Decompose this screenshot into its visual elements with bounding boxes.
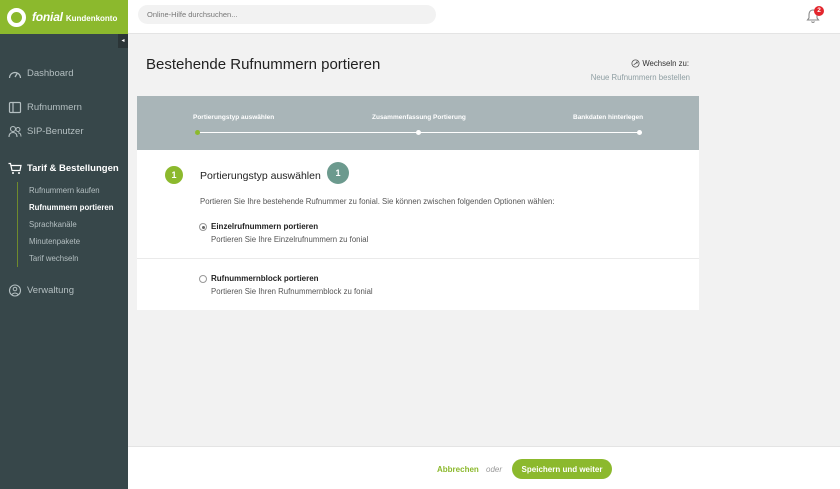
cancel-link[interactable]: Abbrechen [437, 465, 479, 474]
option-rufnummernblock[interactable]: Rufnummernblock portieren Portieren Sie … [199, 274, 373, 297]
radio-einzelrufnummern[interactable] [199, 223, 207, 231]
brand-logo[interactable]: fonial Kundenkonto [0, 0, 128, 34]
cart-icon [8, 162, 22, 174]
step-intro-text: Portieren Sie Ihre bestehende Rufnummer … [200, 197, 555, 206]
radio-rufnummernblock[interactable] [199, 275, 207, 283]
order-new-numbers-link[interactable]: Neue Rufnummern bestellen [591, 73, 690, 82]
dashboard-icon [8, 71, 22, 79]
progress-stepper: Portierungstyp auswählen Zusammenfassung… [137, 96, 699, 150]
subnav-item-tarif-wechseln[interactable]: Tarif wechseln [29, 250, 113, 267]
sidebar-item-label: Rufnummern [27, 102, 82, 113]
step-heading: Portierungstyp auswählen [200, 170, 321, 182]
subnav-item-sprachkanaele[interactable]: Sprachkanäle [29, 216, 113, 233]
option-title: Rufnummernblock portieren [211, 274, 319, 283]
or-text: oder [486, 465, 503, 474]
top-bar: 2 [128, 0, 840, 34]
switch-to-label: Wechseln zu: [631, 59, 689, 68]
option-einzelrufnummern[interactable]: Einzelrufnummern portieren Portieren Sie… [199, 222, 368, 245]
subnav-item-rufnummern-kaufen[interactable]: Rufnummern kaufen [29, 182, 113, 199]
users-icon [8, 125, 22, 138]
sidebar-item-label: SIP-Benutzer [27, 126, 84, 137]
step-label-2: Zusammenfassung Portierung [372, 114, 466, 121]
sidebar-item-sip-benutzer[interactable]: SIP-Benutzer [8, 125, 84, 138]
step-label-3: Bankdaten hinterlegen [573, 114, 644, 121]
step-label-1: Portierungstyp auswählen [193, 114, 275, 121]
sidebar-item-dashboard[interactable]: Dashboard [8, 67, 73, 80]
footer-bar: Abbrechen oder Speichern und weiter [128, 446, 840, 489]
step-dot-3 [637, 130, 642, 135]
divider [137, 258, 699, 259]
brand-subtitle: Kundenkonto [65, 13, 118, 23]
sidebar-subnav: Rufnummern kaufen Rufnummern portieren S… [17, 182, 113, 267]
option-description: Portieren Sie Ihre Einzelrufnummern zu f… [211, 235, 369, 244]
step-number-badge: 1 [165, 166, 183, 184]
notification-badge: 2 [814, 6, 824, 16]
fonial-logo-icon [7, 7, 26, 27]
step-dot-2 [416, 130, 421, 135]
subnav-item-rufnummern-portieren[interactable]: Rufnummern portieren [29, 199, 113, 216]
option-title: Einzelrufnummern portieren [211, 222, 319, 231]
switch-icon [631, 59, 640, 68]
sidebar: ◂ Dashboard Rufnummern SIP-Benutzer Tari… [0, 34, 128, 489]
sidebar-item-tarif-bestellungen[interactable]: Tarif & Bestellungen [8, 162, 119, 175]
search-input[interactable] [138, 5, 436, 24]
admin-icon [8, 284, 22, 297]
step-card: 1 Portierungstyp auswählen 1 Portieren S… [137, 150, 699, 310]
sidebar-item-verwaltung[interactable]: Verwaltung [8, 284, 74, 297]
step-info-bubble: 1 [327, 162, 349, 184]
numbers-icon [8, 101, 22, 114]
brand-name: fonial [32, 10, 63, 24]
sidebar-item-label: Tarif & Bestellungen [27, 163, 119, 174]
collapse-sidebar-button[interactable]: ◂ [118, 34, 128, 48]
step-dot-1 [195, 130, 200, 135]
sidebar-item-rufnummern[interactable]: Rufnummern [8, 101, 82, 114]
option-description: Portieren Sie Ihren Rufnummernblock zu f… [211, 287, 373, 296]
save-and-continue-button[interactable]: Speichern und weiter [512, 459, 612, 479]
sidebar-item-label: Verwaltung [27, 285, 75, 296]
subnav-item-minutenpakete[interactable]: Minutenpakete [29, 233, 113, 250]
page-title: Bestehende Rufnummern portieren [146, 56, 381, 73]
sidebar-item-label: Dashboard [27, 68, 74, 79]
